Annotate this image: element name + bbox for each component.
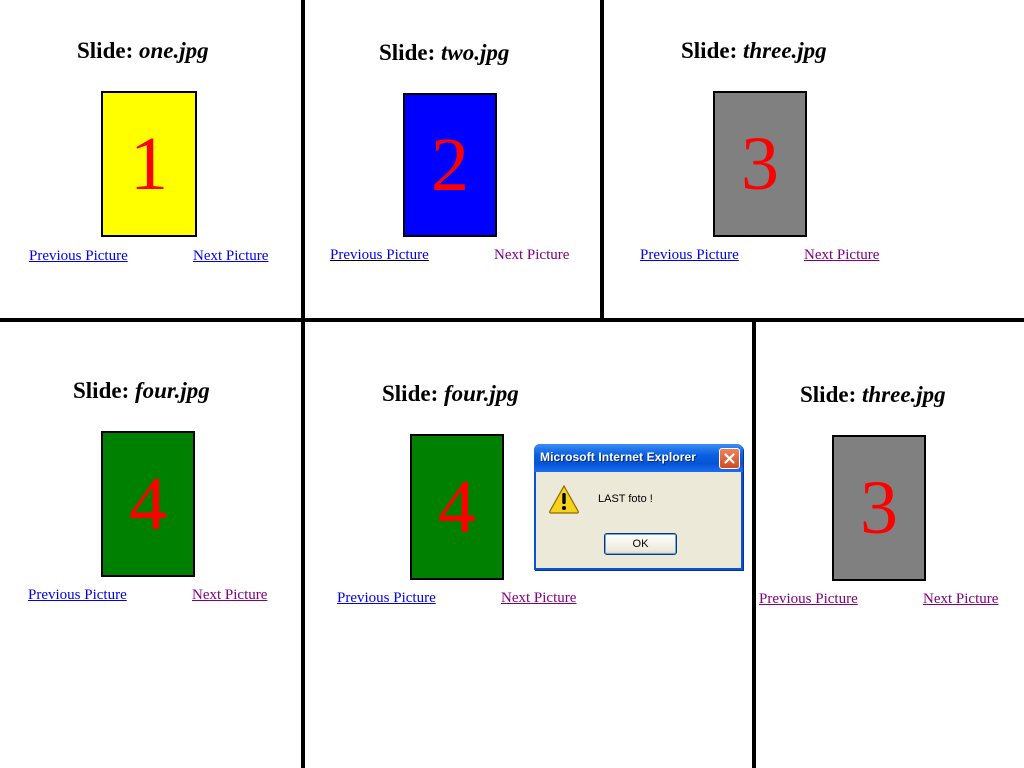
slide-number: 4 [129,462,167,546]
slide-panel-6: Slide: three.jpg 3 Previous Picture Next… [756,322,1024,768]
previous-picture-link[interactable]: Previous Picture [28,586,127,604]
slide-title-prefix: Slide: [379,40,441,65]
previous-picture-link[interactable]: Previous Picture [29,247,128,265]
slide-number: 3 [741,122,779,206]
ok-button[interactable]: OK [604,533,677,555]
previous-picture-link[interactable]: Previous Picture [337,589,436,607]
next-picture-link[interactable]: Next Picture [193,247,268,265]
slide-filename: four.jpg [443,381,519,406]
slide-image: 3 [832,435,926,581]
slide-panel-2: Slide: two.jpg 2 Previous Picture Next P… [305,0,600,318]
next-picture-link[interactable]: Next Picture [192,586,267,604]
slide-title: Slide: two.jpg [379,40,509,66]
dialog-message: LAST foto ! [598,493,653,505]
slide-title-prefix: Slide: [681,38,743,63]
slide-title-prefix: Slide: [800,382,862,407]
slide-filename: two.jpg [440,40,510,65]
previous-picture-link-word[interactable]: Previous [330,247,383,263]
slide-title-prefix: Slide: [77,38,139,63]
slide-image: 1 [101,91,197,237]
slide-number: 4 [438,465,476,549]
next-picture-link[interactable]: Next Picture [501,589,576,607]
slide-title: Slide: three.jpg [681,38,827,64]
slide-filename: one.jpg [138,38,209,63]
slide-image: 4 [101,431,195,577]
slide-filename: four.jpg [134,378,210,403]
slide-image: 2 [403,93,497,237]
slide-title: Slide: one.jpg [77,38,209,64]
warning-icon [548,484,580,519]
slide-filename: three.jpg [861,382,946,407]
slide-title: Slide: four.jpg [73,378,210,404]
slide-number: 1 [130,122,168,206]
slide-image: 3 [713,91,807,237]
next-picture-link[interactable]: Next Picture [923,590,998,608]
slide-title: Slide: four.jpg [382,381,519,407]
previous-picture-link-rest[interactable]: Picture [383,247,429,263]
slide-panel-1: Slide: one.jpg 1 Previous Picture Next P… [0,0,301,318]
previous-picture-link[interactable]: Previous Picture [759,590,858,608]
slide-number: 3 [860,466,898,550]
slide-title-prefix: Slide: [382,381,444,406]
close-icon [724,453,735,464]
slide-panel-3: Slide: three.jpg 3 Previous Picture Next… [604,0,1024,318]
slide-filename: three.jpg [742,38,827,63]
slide-number: 2 [431,123,469,207]
previous-picture-link[interactable]: Previous Picture [640,246,739,264]
slide-title-prefix: Slide: [73,378,135,403]
dialog-titlebar[interactable]: Microsoft Internet Explorer [534,444,743,472]
slide-image: 4 [410,434,504,580]
next-picture-link[interactable]: Next Picture [804,246,879,264]
previous-picture-link[interactable]: Previous Picture [330,246,429,264]
next-picture-link[interactable]: Next Picture [494,246,569,264]
slide-panel-4: Slide: four.jpg 4 Previous Picture Next … [0,322,301,768]
dialog-title: Microsoft Internet Explorer [540,450,697,464]
close-button[interactable] [719,448,740,469]
slide-title: Slide: three.jpg [800,382,946,408]
alert-dialog: Microsoft Internet Explorer LAST foto ! … [534,444,743,570]
